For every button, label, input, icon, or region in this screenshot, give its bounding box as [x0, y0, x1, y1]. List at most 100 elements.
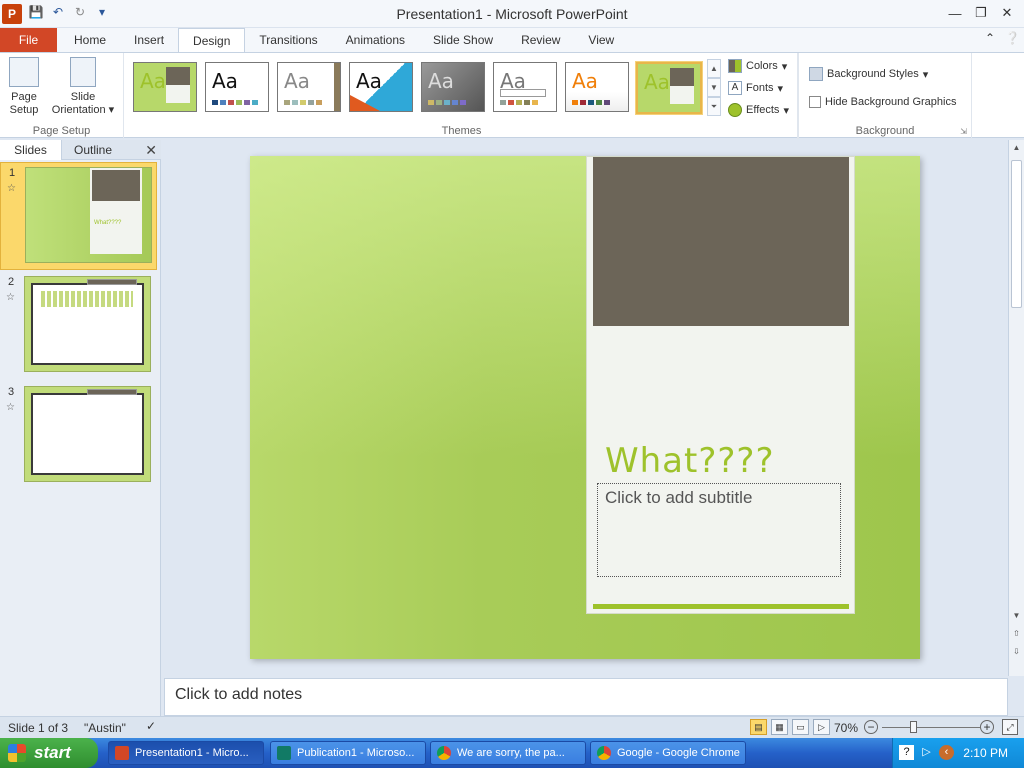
taskbar-label: Presentation1 - Micro...: [135, 747, 249, 759]
taskbar-button-chrome-google[interactable]: Google - Google Chrome: [590, 741, 746, 765]
system-clock[interactable]: 2:10 PM: [963, 746, 1008, 760]
tray-expand-icon[interactable]: ‹: [939, 745, 954, 760]
chrome-icon: [437, 746, 451, 760]
minimize-icon[interactable]: —: [942, 2, 968, 24]
tab-insert[interactable]: Insert: [120, 28, 178, 52]
taskbar-button-chrome-error[interactable]: We are sorry, the pa...: [430, 741, 586, 765]
slide-thumbnail-1[interactable]: 1 ☆ What????: [0, 162, 157, 270]
fit-to-window-icon[interactable]: ⤢: [1002, 719, 1018, 735]
tab-home[interactable]: Home: [60, 28, 120, 52]
theme-angles[interactable]: Aa: [349, 62, 413, 112]
notes-pane[interactable]: Click to add notes: [164, 678, 1008, 716]
window-title: Presentation1 - Microsoft PowerPoint: [396, 6, 628, 22]
slide-thumbnail-2[interactable]: 2 ☆: [0, 272, 157, 380]
previous-slide-icon[interactable]: ⇧: [1009, 626, 1024, 642]
slide-thumbnail-3[interactable]: 3 ☆: [0, 382, 157, 490]
background-styles-button[interactable]: Background Styles ▾: [809, 67, 928, 81]
restore-icon[interactable]: ❐: [968, 2, 994, 24]
close-pane-icon[interactable]: ✕: [145, 142, 157, 159]
help-icon[interactable]: ❔: [1005, 31, 1020, 45]
colors-icon: [728, 59, 742, 73]
theme-sample-text: Aa: [644, 70, 670, 94]
tab-slide-show[interactable]: Slide Show: [419, 28, 507, 52]
page-setup-label-1: Page: [11, 91, 37, 103]
group-themes: Aa Aa Aa Aa Aa Aa Aa Aa Themes: [126, 53, 798, 139]
dialog-launcher-icon[interactable]: ⇲: [960, 127, 967, 136]
subtitle-placeholder[interactable]: Click to add subtitle: [597, 483, 841, 577]
zoom-in-icon[interactable]: +: [980, 720, 994, 734]
taskbar-label: We are sorry, the pa...: [457, 747, 565, 759]
tab-outline[interactable]: Outline: [62, 140, 124, 160]
effects-icon: [728, 103, 742, 117]
tab-view[interactable]: View: [574, 28, 628, 52]
taskbar-button-publisher[interactable]: Publication1 - Microso...: [270, 741, 426, 765]
network-icon[interactable]: ▷: [919, 745, 934, 760]
status-bar: Slide 1 of 3 "Austin" ✓ ▤ ▦ ▭ ▷ 70% − + …: [0, 716, 1024, 738]
fonts-button[interactable]: A Fonts ▾: [728, 81, 783, 95]
tab-transitions[interactable]: Transitions: [245, 28, 331, 52]
theme-name-status: "Austin": [84, 721, 126, 735]
slide-orientation-button[interactable]: Slide Orientation ▾: [46, 57, 120, 117]
start-button[interactable]: start: [0, 738, 98, 768]
title-card: What???? Click to add subtitle: [586, 156, 855, 614]
tab-slides[interactable]: Slides: [0, 140, 62, 160]
gallery-more-icon[interactable]: ⏷: [707, 97, 721, 116]
chevron-down-icon: ▾: [781, 60, 788, 73]
gallery-down-icon[interactable]: ▼: [707, 78, 721, 97]
slide-number: 1: [9, 167, 16, 179]
next-slide-icon[interactable]: ⇩: [1009, 644, 1024, 660]
tab-animations[interactable]: Animations: [332, 28, 419, 52]
windows-taskbar: start Presentation1 - Micro... Publicati…: [0, 738, 1024, 768]
tab-review[interactable]: Review: [507, 28, 574, 52]
slide-title[interactable]: What????: [605, 441, 775, 481]
slide-orientation-icon: [70, 57, 96, 87]
tab-file[interactable]: File: [0, 28, 57, 52]
animation-star-icon: ☆: [6, 292, 15, 303]
slide-number: 2: [8, 276, 15, 288]
group-background: Background Styles ▾ Hide Background Grap…: [798, 53, 972, 139]
effects-button[interactable]: Effects ▾: [728, 103, 789, 117]
vertical-scrollbar[interactable]: ▲ ▼ ⇧ ⇩: [1008, 140, 1024, 676]
slide-canvas[interactable]: What???? Click to add subtitle: [250, 156, 920, 659]
scroll-down-icon[interactable]: ▼: [1009, 608, 1024, 624]
hide-background-checkbox[interactable]: [809, 96, 821, 108]
help-tray-icon[interactable]: ?: [899, 745, 914, 760]
gallery-up-icon[interactable]: ▲: [707, 59, 721, 78]
theme-austin-current[interactable]: Aa: [133, 62, 197, 112]
reading-view-icon[interactable]: ▭: [792, 719, 809, 735]
background-group-label: Background: [855, 125, 915, 137]
zoom-slider-handle[interactable]: [910, 721, 917, 733]
theme-apex[interactable]: Aa: [421, 62, 485, 112]
colors-label: Colors: [746, 60, 778, 72]
chevron-down-icon: ▾: [783, 104, 789, 117]
tab-design[interactable]: Design: [178, 28, 246, 53]
slide-sorter-icon[interactable]: ▦: [771, 719, 788, 735]
slides-pane: Slides Outline ✕ 1 ☆ What???? 2 ☆ 3 ☆: [0, 140, 161, 716]
slide-show-icon[interactable]: ▷: [813, 719, 830, 735]
picture-block: [593, 157, 849, 326]
theme-adjacency[interactable]: Aa: [277, 62, 341, 112]
theme-sample-text: Aa: [140, 69, 166, 93]
theme-austin-selected[interactable]: Aa: [636, 62, 702, 114]
ribbon-collapse-icon[interactable]: ⌃: [985, 31, 995, 45]
windows-logo-icon: [8, 744, 26, 762]
zoom-level[interactable]: 70%: [834, 721, 858, 735]
theme-apothecary[interactable]: Aa: [493, 62, 557, 112]
theme-office[interactable]: Aa: [205, 62, 269, 112]
theme-aspect[interactable]: Aa: [565, 62, 629, 112]
taskbar-button-powerpoint[interactable]: Presentation1 - Micro...: [108, 741, 264, 765]
zoom-out-icon[interactable]: −: [864, 720, 878, 734]
page-setup-button[interactable]: Page Setup: [4, 57, 44, 117]
theme-sample-text: Aa: [284, 69, 310, 93]
colors-button[interactable]: Colors ▾: [728, 59, 787, 73]
hide-background-graphics[interactable]: Hide Background Graphics: [809, 96, 956, 108]
normal-view-icon[interactable]: ▤: [750, 719, 767, 735]
spell-check-icon[interactable]: ✓: [142, 719, 160, 735]
zoom-slider[interactable]: [882, 727, 980, 728]
scroll-up-icon[interactable]: ▲: [1009, 140, 1024, 156]
ribbon-design: Page Setup Slide Orientation ▾ Page Setu…: [0, 52, 1024, 139]
close-icon[interactable]: ✕: [994, 2, 1020, 24]
scroll-thumb[interactable]: [1011, 160, 1022, 308]
thumb-title: What????: [94, 220, 122, 226]
start-label: start: [34, 743, 71, 762]
